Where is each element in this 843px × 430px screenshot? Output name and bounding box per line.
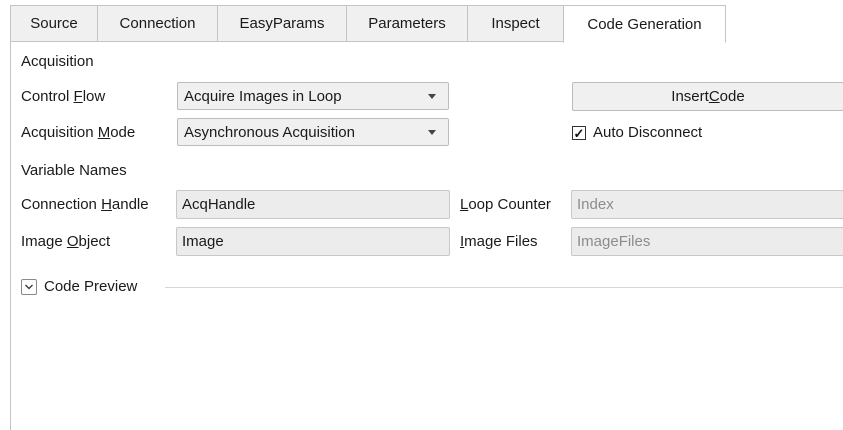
acquisition-mode-label: Acquisition Mode: [21, 124, 136, 141]
connection-handle-field[interactable]: AcqHandle: [176, 190, 450, 219]
image-object-label: Image Object: [21, 233, 111, 250]
loop-counter-label: Loop Counter: [460, 196, 551, 213]
tab-source[interactable]: Source: [10, 5, 98, 42]
image-files-label: Image Files: [460, 233, 538, 250]
insert-code-button[interactable]: Insert Code: [572, 82, 843, 111]
code-generation-panel: Acquisition Control Flow Acquire Images …: [10, 42, 843, 430]
tab-bar: Source Connection EasyParams Parameters …: [10, 5, 843, 43]
acquisition-mode-dropdown[interactable]: Asynchronous Acquisition: [177, 118, 449, 146]
code-preview-expand-button[interactable]: [21, 279, 37, 295]
chevron-down-icon: [25, 284, 33, 290]
chevron-down-icon: [428, 94, 436, 99]
acquisition-section-label: Acquisition: [21, 53, 94, 70]
variable-names-section-label: Variable Names: [21, 162, 127, 179]
control-flow-value: Acquire Images in Loop: [184, 87, 342, 105]
loop-counter-field[interactable]: Index: [571, 190, 843, 219]
tab-parameters[interactable]: Parameters: [346, 5, 468, 42]
control-flow-dropdown[interactable]: Acquire Images in Loop: [177, 82, 449, 110]
auto-disconnect-label[interactable]: Auto Disconnect: [593, 124, 702, 141]
acquisition-mode-value: Asynchronous Acquisition: [184, 123, 355, 141]
tab-code-generation[interactable]: Code Generation: [563, 5, 726, 43]
control-flow-label: Control Flow: [21, 88, 106, 105]
image-object-field[interactable]: Image: [176, 227, 450, 256]
tab-inspect[interactable]: Inspect: [467, 5, 564, 42]
chevron-down-icon: [428, 130, 436, 135]
image-files-field[interactable]: ImageFiles: [571, 227, 843, 256]
code-preview-label: Code Preview: [44, 278, 138, 295]
tab-connection[interactable]: Connection: [97, 5, 218, 42]
tab-easyparams[interactable]: EasyParams: [217, 5, 347, 42]
code-preview-divider: [165, 287, 843, 288]
connection-handle-label: Connection Handle: [21, 196, 149, 213]
auto-disconnect-checkbox[interactable]: ✓: [572, 126, 586, 140]
